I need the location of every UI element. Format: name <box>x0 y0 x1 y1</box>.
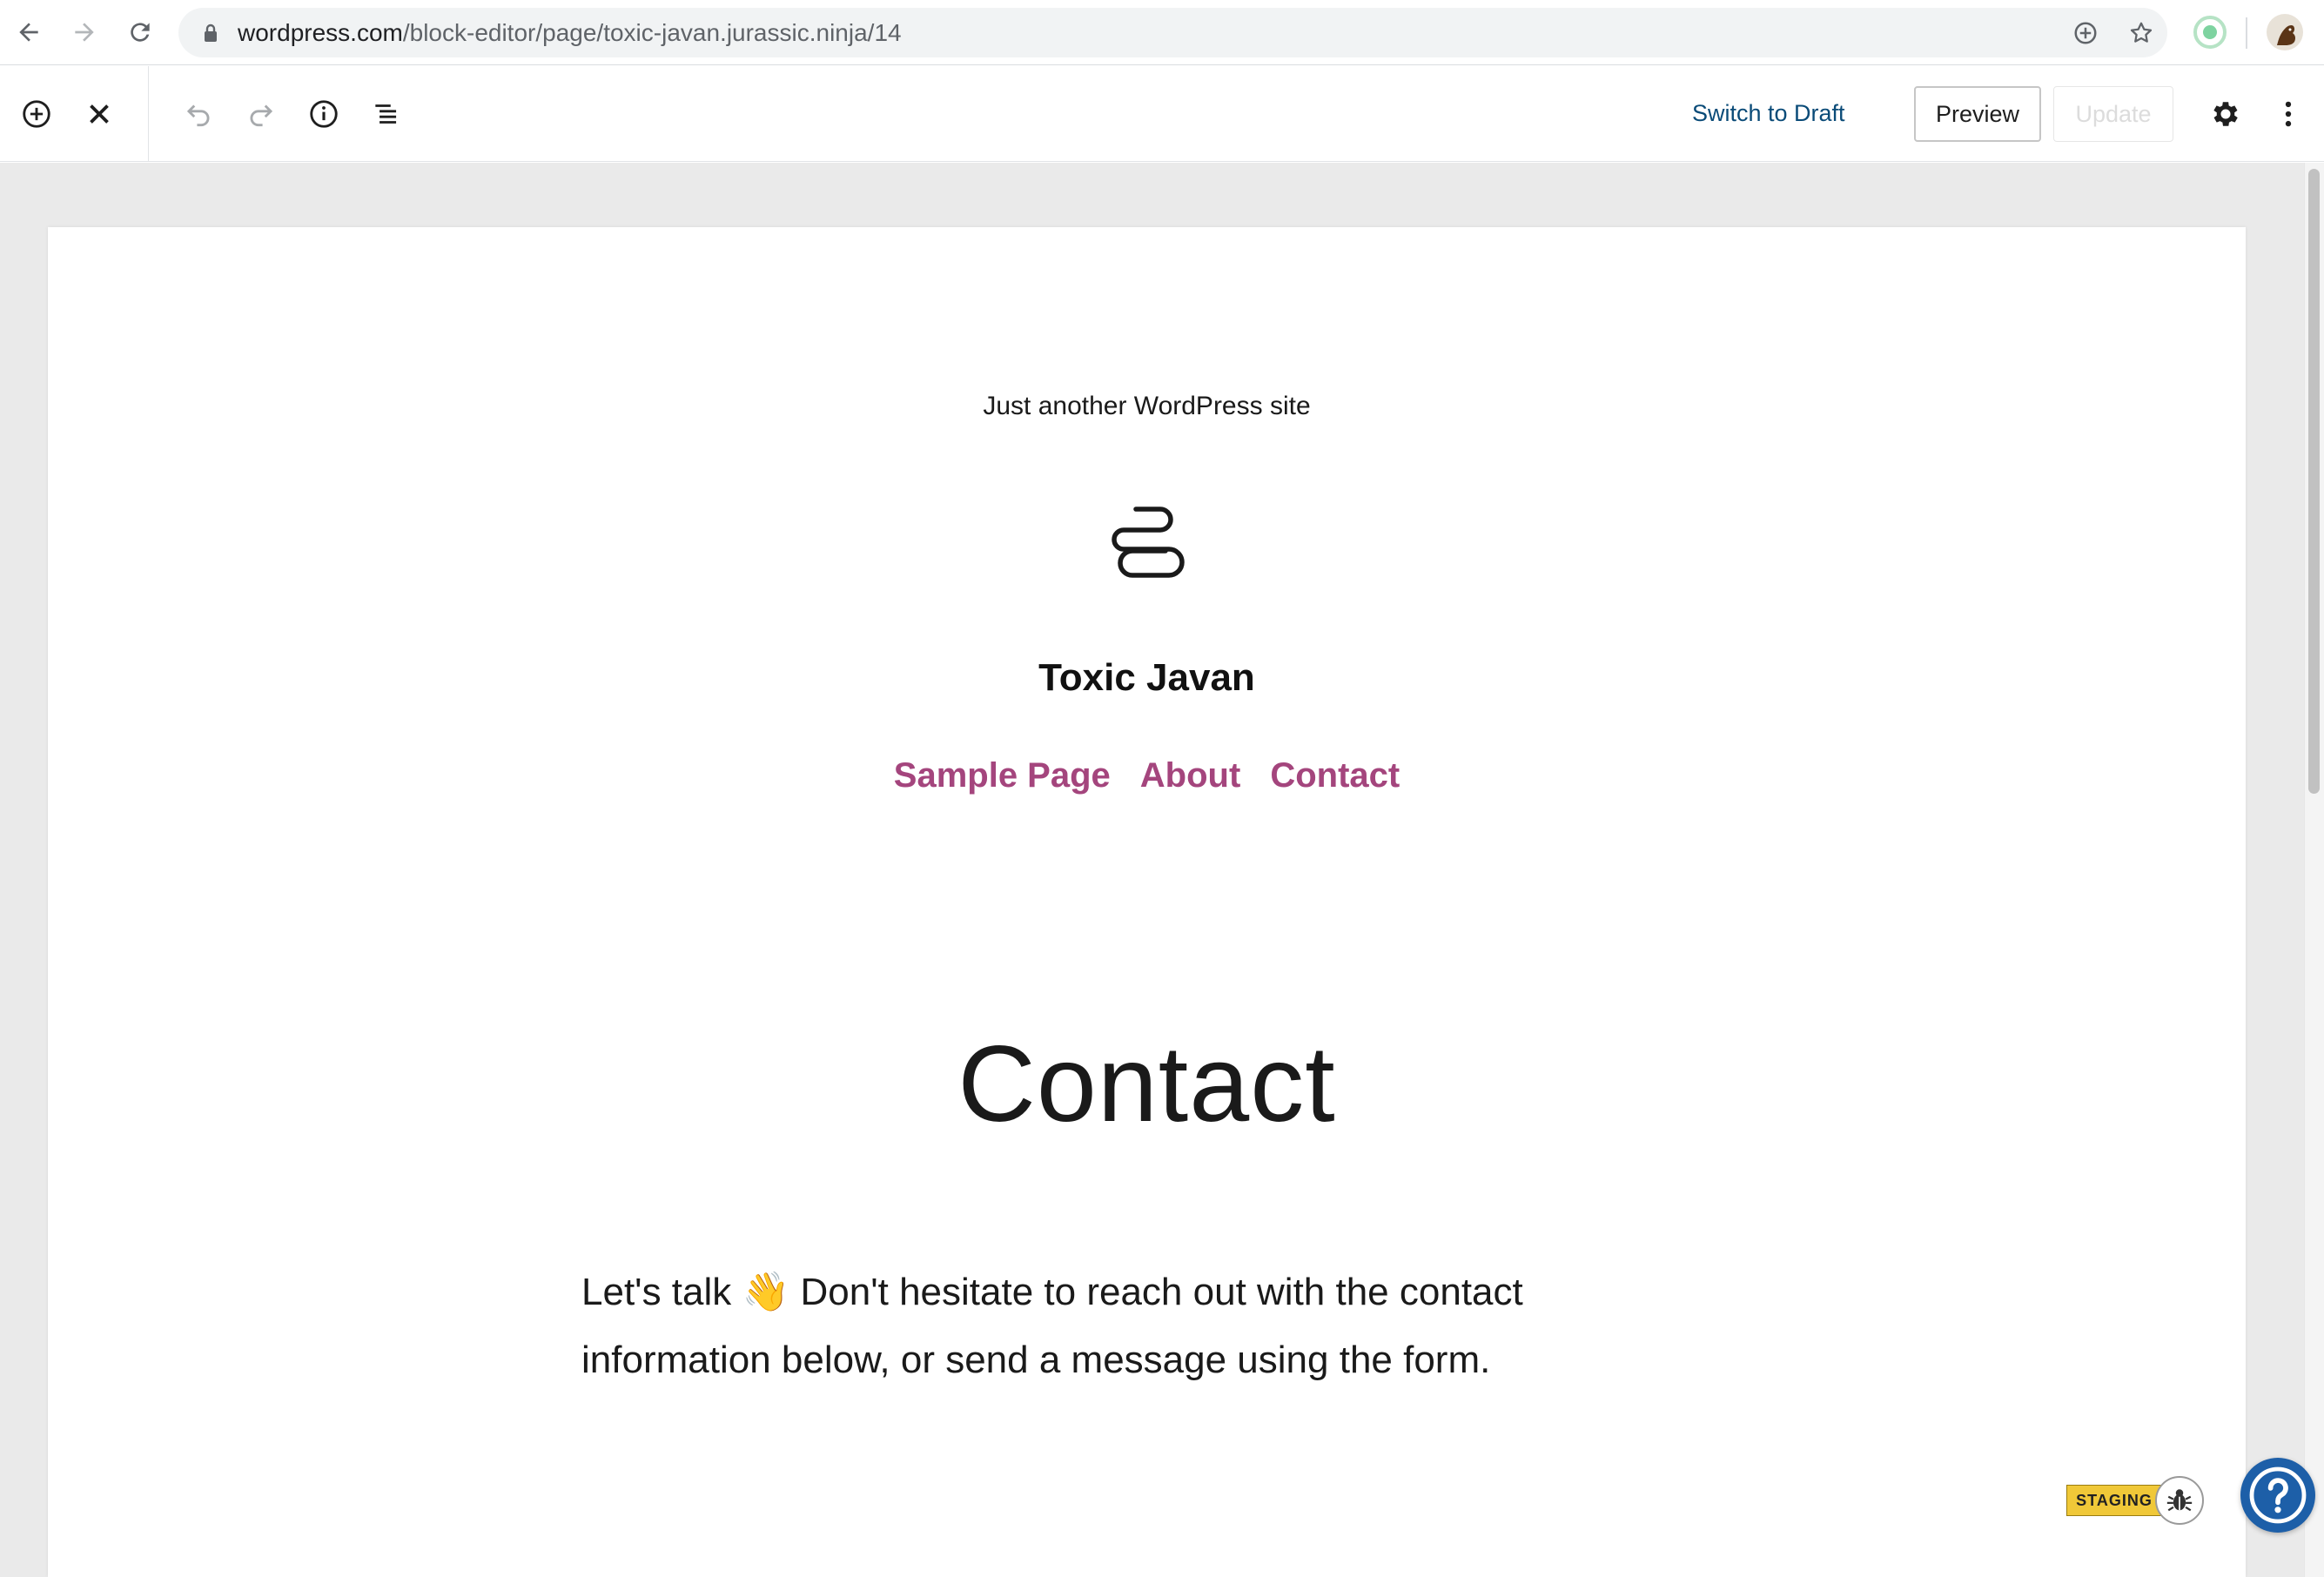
content-info-button[interactable] <box>299 90 348 138</box>
plus-circle-icon <box>23 100 50 128</box>
help-button[interactable] <box>2240 1458 2315 1533</box>
question-mark-icon <box>2249 1466 2307 1524</box>
redo-icon <box>250 104 273 127</box>
switch-to-draft-button[interactable]: Switch to Draft <box>1692 97 1845 129</box>
page-content: Just another WordPress site Toxic Javan … <box>48 227 2246 1577</box>
install-app-icon[interactable] <box>2070 17 2101 49</box>
toolbar-divider <box>148 66 149 162</box>
page-title[interactable]: Contact <box>48 1019 2246 1150</box>
site-title[interactable]: Toxic Javan <box>48 654 2246 702</box>
gear-icon <box>2213 102 2238 126</box>
list-view-icon <box>375 104 397 124</box>
preview-button[interactable]: Preview <box>1914 86 2041 142</box>
browser-toolbar: wordpress.com/block-editor/page/toxic-ja… <box>0 0 2324 65</box>
site-navigation: Sample Page About Contact <box>48 754 2246 797</box>
bug-report-button[interactable] <box>2155 1476 2204 1525</box>
waving-hand-emoji: 👋 <box>742 1271 790 1313</box>
redo-button[interactable] <box>237 90 285 138</box>
url-text: wordpress.com/block-editor/page/toxic-ja… <box>238 20 902 46</box>
profile-avatar[interactable] <box>2267 14 2303 50</box>
url-path: /block-editor/page/toxic-javan.jurassic.… <box>402 19 902 46</box>
nav-link-about[interactable]: About <box>1140 754 1241 797</box>
close-editor-button[interactable] <box>75 90 124 138</box>
back-icon[interactable] <box>9 12 49 52</box>
forward-icon[interactable] <box>64 12 104 52</box>
bug-icon <box>2166 1489 2193 1512</box>
scrollbar-thumb[interactable] <box>2308 169 2320 794</box>
address-bar[interactable]: wordpress.com/block-editor/page/toxic-ja… <box>178 8 2167 57</box>
settings-button[interactable] <box>2201 90 2250 138</box>
info-icon <box>310 100 338 128</box>
undo-button[interactable] <box>174 90 223 138</box>
site-logo <box>1112 507 1185 578</box>
staging-badge: STAGING <box>2066 1485 2162 1516</box>
close-icon <box>90 104 109 124</box>
intro-text-start: Let's talk <box>581 1271 742 1313</box>
nav-link-contact[interactable]: Contact <box>1270 754 1400 797</box>
reload-icon[interactable] <box>120 12 160 52</box>
vertical-ellipsis-icon <box>2285 101 2292 127</box>
editor-toolbar: Switch to Draft Preview Update <box>0 66 2324 162</box>
bookmark-star-icon[interactable] <box>2126 17 2157 49</box>
undo-icon <box>186 104 210 127</box>
site-tagline: Just another WordPress site <box>983 392 1311 420</box>
toolbar-divider <box>2246 17 2247 49</box>
more-options-button[interactable] <box>2264 90 2313 138</box>
intro-paragraph[interactable]: Let's talk 👋 Don't hesitate to reach out… <box>581 1258 1669 1394</box>
url-host: wordpress.com <box>238 19 403 46</box>
nav-link-sample-page[interactable]: Sample Page <box>894 754 1111 797</box>
lock-icon <box>205 23 217 42</box>
add-block-button[interactable] <box>12 90 61 138</box>
extension-icon[interactable] <box>2193 16 2227 49</box>
block-navigation-button[interactable] <box>362 90 411 138</box>
update-button[interactable]: Update <box>2053 86 2173 142</box>
